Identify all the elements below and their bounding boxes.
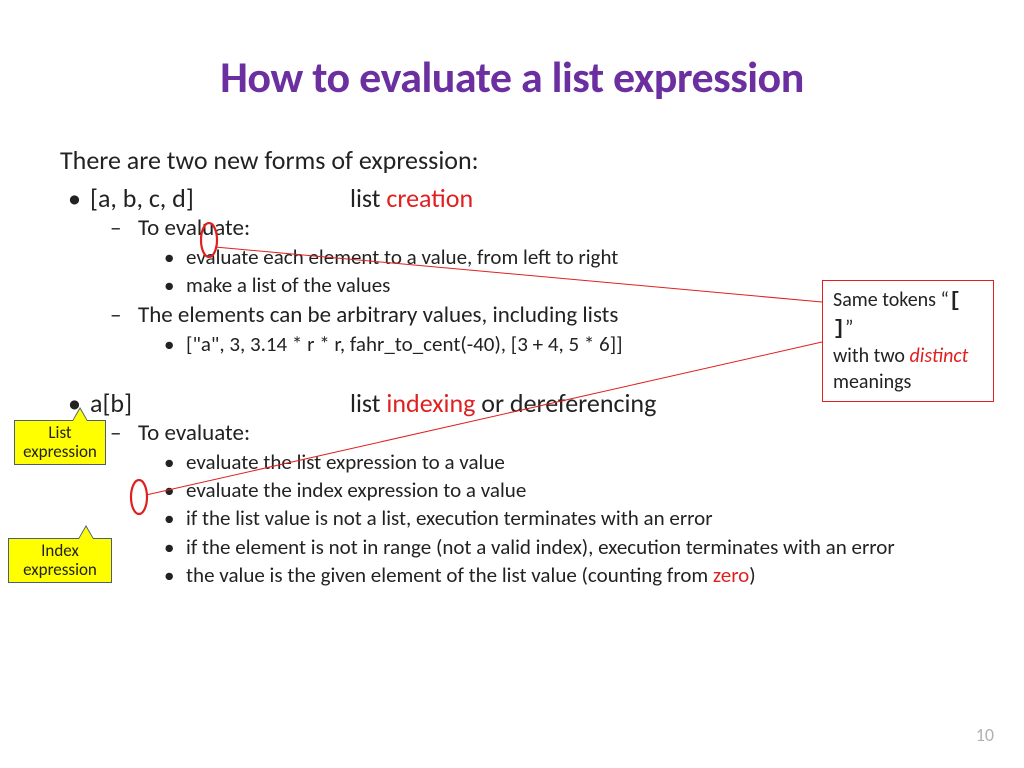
label-creation: creation (386, 182, 473, 214)
index-expression-tag: Indexexpression (8, 538, 112, 583)
eval-heading-2: To evaluate: (138, 419, 964, 447)
indexing-step-5: the value is the given element of the li… (186, 562, 964, 588)
intro-text: There are two new forms of expression: (60, 144, 964, 176)
creation-step-1: evaluate each element to a value, from l… (186, 244, 964, 270)
label-post: or dereferencing (475, 387, 656, 419)
page-number: 10 (976, 724, 994, 746)
tokens-callout: Same tokens “[ ]” with two distinct mean… (822, 280, 994, 402)
slide: How to evaluate a list expression There … (0, 0, 1024, 768)
bullet-indexing: a[b] list indexing or dereferencing To e… (90, 387, 964, 588)
indexing-step-2: evaluate the index expression to a value (186, 477, 964, 503)
label-indexing: indexing (386, 387, 475, 419)
indexing-step-3: if the list value is not a list, executi… (186, 505, 964, 531)
indexing-step-4: if the element is not in range (not a va… (186, 534, 964, 560)
expr-indexing: a[b] (90, 387, 350, 419)
eval-heading-1: To evaluate: (138, 214, 964, 242)
label-pre: list (350, 182, 386, 214)
label-pre-2: list (350, 387, 386, 419)
list-expression-tag: Listexpression (14, 420, 106, 465)
indexing-step-1: evaluate the list expression to a value (186, 449, 964, 475)
slide-title: How to evaluate a list expression (60, 50, 964, 104)
expr-creation: [a, b, c, d] (90, 182, 350, 214)
